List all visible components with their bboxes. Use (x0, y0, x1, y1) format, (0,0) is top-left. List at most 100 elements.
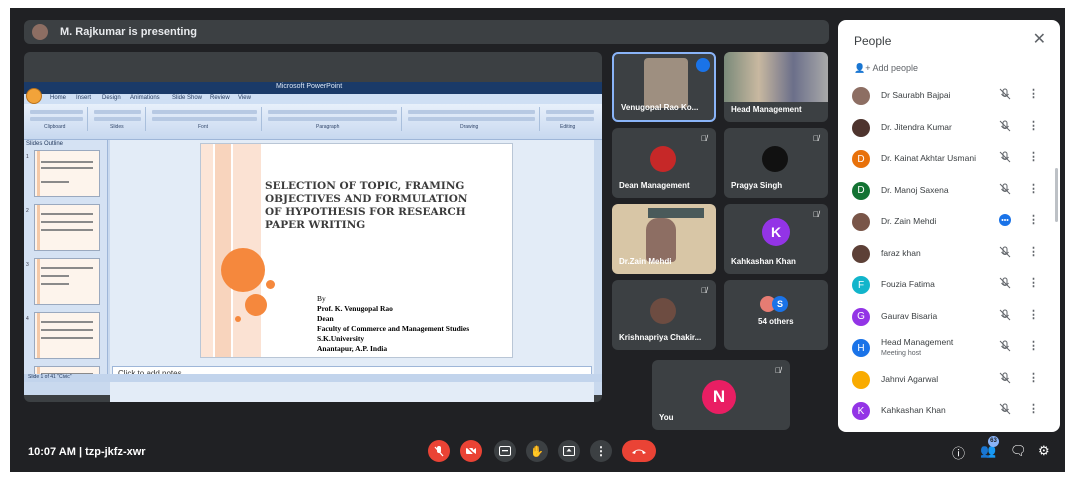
add-person-icon: 👤+ (854, 63, 873, 73)
person-row[interactable]: Dr Saurabh Bajpai ⋮ (838, 80, 1060, 111)
decorative-circle (266, 280, 275, 289)
ppt-ribbon: Clipboard Slides Font Paragraph Drawing (24, 104, 602, 140)
mic-off-icon[interactable] (998, 182, 1012, 196)
person-name: Dr. Kainat Akhtar Usmani (881, 153, 976, 163)
participant-name: Kahkashan Khan (731, 257, 796, 266)
mic-off-icon[interactable] (998, 150, 1012, 164)
participant-video (646, 218, 676, 262)
ribbon-group: Paragraph (264, 107, 402, 131)
person-row[interactable]: Dr. Zain Mehdi ⋮ (838, 206, 1060, 237)
ppt-tab: View (238, 95, 251, 101)
participant-tile[interactable]: Head Management (724, 52, 828, 122)
ppt-tab: Insert (76, 95, 92, 101)
person-name: Jahnvi Agarwal (881, 373, 939, 384)
self-name: You (659, 413, 674, 422)
ribbon-group: Slides (90, 107, 146, 131)
participant-name: Dean Management (619, 181, 690, 190)
person-row[interactable]: D Dr. Kainat Akhtar Usmani ⋮ (838, 143, 1060, 174)
mic-off-icon[interactable] (998, 276, 1012, 290)
person-row[interactable]: D Dr. Manoj Saxena ⋮ (838, 175, 1060, 206)
mic-off-icon: 🎙̸ (813, 134, 819, 143)
participant-tile[interactable]: K 🎙̸ Kahkashan Khan (724, 204, 828, 274)
person-name: Dr. Zain Mehdi (881, 216, 937, 226)
person-row[interactable]: G Gaurav Bisaria ⋮ (838, 301, 1060, 332)
more-vert-icon[interactable]: ⋮ (1028, 119, 1039, 132)
more-vert-icon[interactable]: ⋮ (1028, 339, 1039, 352)
participant-tile[interactable]: Venugopal Rao Ko... (612, 52, 716, 122)
mic-off-icon[interactable] (998, 339, 1012, 353)
more-options-button[interactable]: ⋮ (590, 440, 612, 462)
slide-thumbnail (34, 204, 100, 251)
speaking-indicator-icon[interactable] (998, 213, 1012, 227)
people-title: People (854, 34, 892, 48)
more-vert-icon[interactable]: ⋮ (1028, 245, 1039, 258)
participant-tile[interactable]: Dr.Zain Mehdi (612, 204, 716, 274)
presenter-avatar (32, 24, 48, 40)
close-icon[interactable]: ✕ (1033, 29, 1046, 49)
mic-off-icon[interactable] (998, 402, 1012, 416)
mic-off-icon[interactable] (998, 308, 1012, 322)
ppt-window-title: Microsoft PowerPoint (276, 83, 343, 90)
self-avatar: N (702, 380, 736, 414)
present-icon (563, 446, 575, 456)
self-tile[interactable]: N 🎙̸ You (652, 360, 790, 430)
mic-off-icon[interactable] (998, 119, 1012, 133)
more-vert-icon[interactable]: ⋮ (1028, 87, 1039, 100)
mic-off-icon[interactable] (998, 245, 1012, 259)
participant-name: Head Management (731, 105, 802, 114)
scrollbar[interactable] (1055, 168, 1058, 222)
person-row[interactable]: H Head Management Meeting host ⋮ (838, 332, 1060, 363)
more-vert-icon[interactable]: ⋮ (1028, 402, 1039, 415)
mic-toggle-button[interactable] (428, 440, 450, 462)
more-vert-icon[interactable]: ⋮ (1028, 150, 1039, 163)
ppt-tab: Review (210, 95, 230, 101)
ribbon-group-label: Slides (110, 124, 124, 130)
slide-by: By (317, 294, 326, 303)
more-vert-icon[interactable]: ⋮ (1028, 371, 1039, 384)
ribbon-group-label: Clipboard (44, 124, 66, 130)
presentation-stage[interactable]: Microsoft PowerPoint Home Insert Design … (24, 52, 602, 402)
leave-call-button[interactable] (622, 440, 656, 462)
slide-canvas: SELECTION OF TOPIC, FRAMING OBJECTIVES A… (110, 140, 594, 402)
participant-tile[interactable]: 🎙̸ Dean Management (612, 128, 716, 198)
slide-line: Faculty of Commerce and Management Studi… (317, 324, 470, 333)
participant-name: Venugopal Rao Ko... (621, 103, 699, 112)
more-vert-icon[interactable]: ⋮ (1028, 182, 1039, 195)
person-row[interactable]: K Kahkashan Khan ⋮ (838, 395, 1060, 426)
add-people-button[interactable]: 👤+ Add people (854, 63, 918, 74)
more-vert-icon[interactable]: ⋮ (1028, 276, 1039, 289)
person-avatar (852, 87, 870, 105)
person-row[interactable]: faraz khan ⋮ (838, 238, 1060, 269)
person-row[interactable]: Dr. Jitendra Kumar ⋮ (838, 112, 1060, 143)
more-participants-tile[interactable]: S 54 others (724, 280, 828, 350)
chat-icon[interactable]: 🗨 (1010, 443, 1027, 459)
person-row[interactable]: F Fouzia Fatima ⋮ (838, 269, 1060, 300)
present-button[interactable] (558, 440, 580, 462)
raise-hand-button[interactable]: ✋ (526, 440, 548, 462)
mic-off-icon[interactable] (998, 371, 1012, 385)
person-avatar (852, 213, 870, 231)
ribbon-group-label: Font (198, 124, 209, 130)
captions-icon (499, 446, 511, 456)
ribbon-group-label: Paragraph (316, 124, 340, 130)
slide-thumbnail (34, 312, 100, 359)
participant-name: Dr.Zain Mehdi (619, 257, 672, 266)
participant-video (644, 58, 688, 108)
person-avatar: H (852, 339, 870, 357)
activities-icon[interactable]: ⚙ (1038, 443, 1050, 459)
more-vert-icon[interactable]: ⋮ (1028, 213, 1039, 226)
participant-tile[interactable]: 🎙̸ Pragya Singh (724, 128, 828, 198)
powerpoint-window: Microsoft PowerPoint Home Insert Design … (24, 82, 602, 402)
person-row[interactable]: Jahnvi Agarwal ⋮ (838, 364, 1060, 395)
mic-off-icon[interactable] (998, 87, 1012, 101)
person-name: faraz khan (881, 247, 921, 258)
controls-bar: 10:07 AM | tzp-jkfz-xwr ✋ ⋮ ⓘ 👥 63 🗨 ⚙ (10, 433, 1065, 472)
info-icon[interactable]: ⓘ (952, 443, 965, 462)
participant-tile[interactable]: 🎙̸ Krishnapriya Chakir... (612, 280, 716, 350)
captions-button[interactable] (494, 440, 516, 462)
slides-outline-tabs: Slides Outline (26, 141, 64, 147)
camera-toggle-button[interactable] (460, 440, 482, 462)
person-avatar: G (852, 307, 870, 326)
mic-off-icon: 🎙̸ (775, 366, 781, 375)
more-vert-icon[interactable]: ⋮ (1028, 308, 1039, 321)
